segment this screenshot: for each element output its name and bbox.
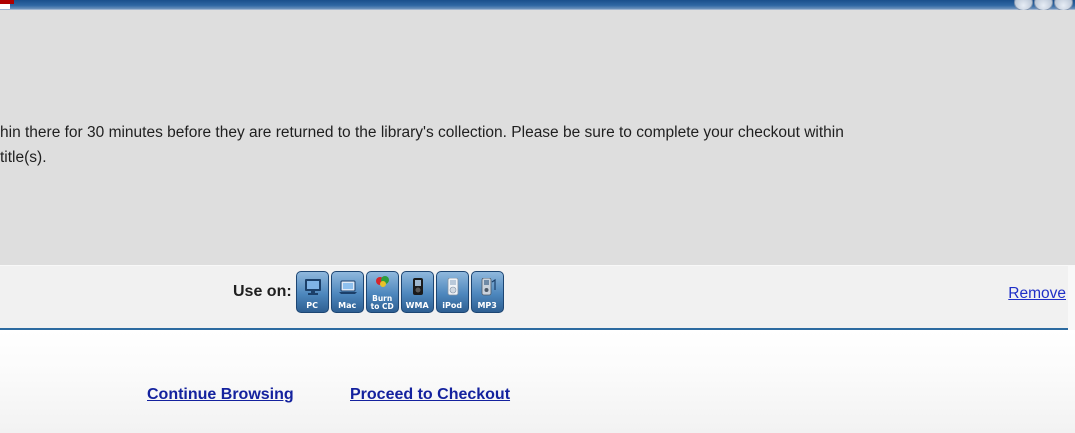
red-corner-marker [0,0,14,4]
pc-caption: PC [306,301,319,310]
proceed-to-checkout-link[interactable]: Proceed to Checkout [350,386,510,404]
burn-cd-glyph [375,276,389,287]
mp3-glyph [481,278,496,296]
cart-footer: Continue Browsing Proceed to Checkout [0,330,1075,433]
notice-line-1: hin there for 30 minutes before they are… [0,124,844,141]
wma-player-icon: WMA [400,271,434,313]
ipod-glyph [447,278,459,296]
wma-glyph [412,278,423,295]
pc-glyph [304,279,321,295]
notice-line-2: title(s). [0,149,47,166]
use-on-label: Use on: [233,283,292,300]
mac-caption: Mac [338,301,357,310]
ipod-caption: iPod [442,301,463,310]
remove-link[interactable]: Remove [1008,285,1066,303]
burn-cd-caption: Burn to CD [367,295,398,311]
window-header-bar [0,0,1075,11]
mac-glyph [338,280,357,294]
mp3-player-icon: MP3 [470,271,504,313]
use-on-formats: Use on: PC Mac Burn to CD WMA iPod MP3 [233,270,506,314]
mac-laptop-icon: Mac [330,271,364,313]
page: hin there for 30 minutes before they are… [0,0,1075,433]
continue-browsing-link[interactable]: Continue Browsing [147,386,294,404]
checkout-notice-text: hin there for 30 minutes before they are… [0,120,1075,170]
header-corner [0,0,14,9]
mp3-caption: MP3 [477,301,497,310]
pc-monitor-icon: PC [295,271,329,313]
checkout-notice-panel: hin there for 30 minutes before they are… [0,10,1075,265]
burn-to-cd-icon: Burn to CD [365,271,399,313]
cart-title-row: Use on: PC Mac Burn to CD WMA iPod MP3 R… [0,266,1068,330]
burn-cd-caption-text: Burn to CD [370,294,394,311]
ipod-icon: iPod [435,271,469,313]
wma-caption: WMA [405,301,429,310]
